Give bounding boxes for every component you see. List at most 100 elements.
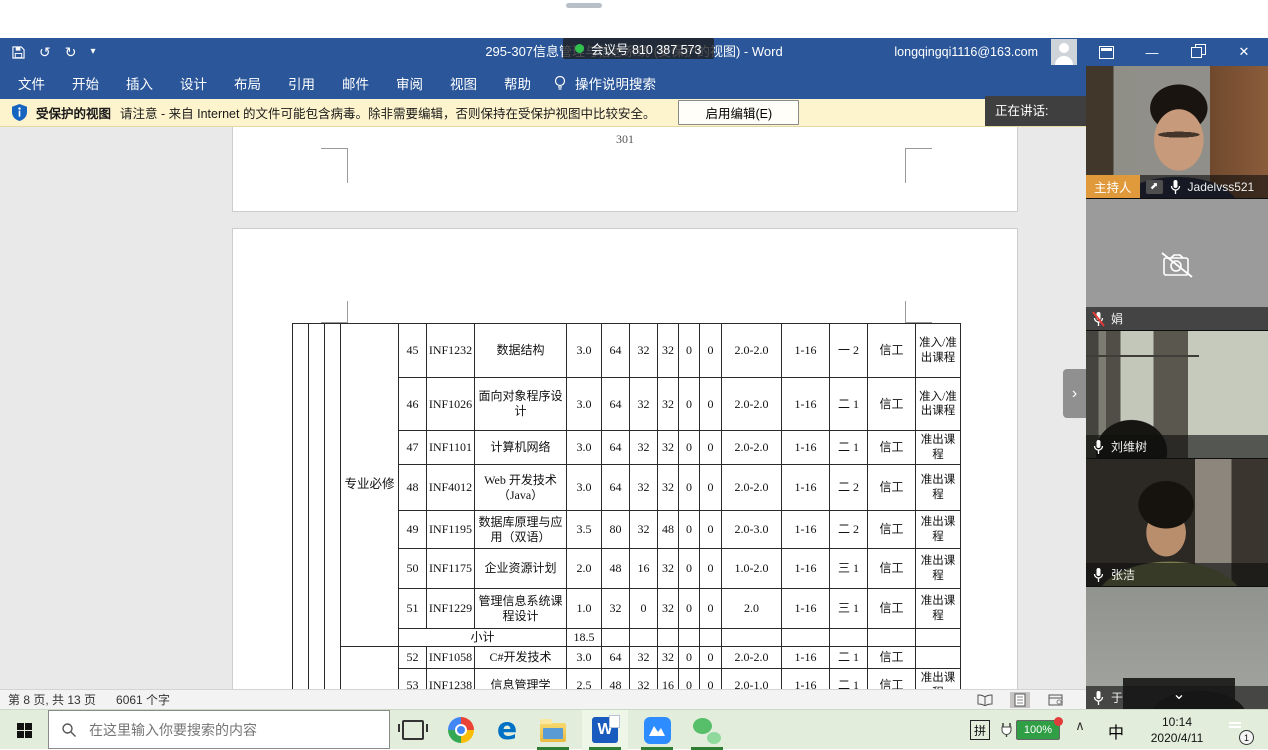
tab-references[interactable]: 引用 [288,73,315,93]
taskbar-meeting-app[interactable] [634,710,680,750]
table-row: 专业必修45INF1232数据结构3.0643232002.0-2.01-16一… [293,324,961,378]
participant-tile[interactable]: 刘维树 [1086,331,1268,459]
page-info[interactable]: 第 8 页, 共 13 页 [8,691,96,708]
meeting-live-dot [575,44,584,53]
table-cell: 准入/准出课程 [916,378,961,431]
table-cell: 1-16 [782,549,830,589]
table-cell [658,629,679,647]
table-cell: 2.0-3.0 [722,511,782,549]
table-cell: 2.0-2.0 [722,431,782,465]
document-page-previous: 301 [232,127,1018,212]
tab-review[interactable]: 审阅 [396,73,423,93]
table-cell: 面向对象程序设计 [475,378,567,431]
curriculum-table-wrap: 专业必修45INF1232数据结构3.0643232002.0-2.01-16一… [292,323,960,689]
table-cell: 50 [399,549,427,589]
table-cell: 1-16 [782,511,830,549]
meeting-number-bar[interactable]: 会议号 810 387 573 [563,38,714,59]
tab-insert[interactable]: 插入 [126,73,153,93]
table-cell: 企业资源计划 [475,549,567,589]
table-cell: 信工 [868,465,916,511]
page-number: 301 [233,132,1017,147]
taskbar-search[interactable] [48,710,390,749]
minimize-button[interactable]: — [1130,38,1174,66]
curriculum-table: 专业必修45INF1232数据结构3.0643232002.0-2.01-16一… [292,323,961,689]
taskbar-edge[interactable]: e [484,710,530,750]
table-cell: 1-16 [782,589,830,629]
start-button[interactable] [0,710,48,750]
table-cell: 准出课程 [916,431,961,465]
tab-home[interactable]: 开始 [72,73,99,93]
taskbar-wechat[interactable] [684,710,730,750]
taskbar-chrome[interactable] [438,710,484,750]
participant-name: 于 [1111,689,1123,706]
table-cell: 3.0 [567,378,602,431]
table-cell: 32 [658,647,679,669]
undo-icon[interactable]: ↺ [39,38,51,66]
table-cell: 0 [679,465,700,511]
taskbar-file-explorer[interactable] [530,710,576,750]
clock[interactable]: 10:14 2020/4/11 [1140,715,1214,746]
redo-icon[interactable]: ↻ [65,38,77,66]
table-cell: INF1238 [427,669,475,690]
table-cell: 2.0-1.0 [722,669,782,690]
search-input[interactable] [87,721,351,739]
table-cell: 16 [630,549,658,589]
table-cell [602,629,630,647]
save-icon[interactable] [12,46,25,59]
windows-logo-icon [17,723,32,738]
table-cell: 18.5 [567,629,602,647]
word-count[interactable]: 6061 个字 [116,691,170,708]
tab-layout[interactable]: 布局 [234,73,261,93]
table-cell: INF4012 [427,465,475,511]
close-button[interactable]: ✕ [1222,38,1266,66]
table-cell: 48 [602,549,630,589]
read-mode-button[interactable] [975,692,995,708]
tab-help[interactable]: 帮助 [504,73,531,93]
restore-button[interactable] [1174,38,1218,66]
tab-design[interactable]: 设计 [180,73,207,93]
print-layout-button[interactable] [1010,692,1030,708]
ime-mode-badge[interactable]: 拼 [970,720,990,740]
table-cell: 53 [399,669,427,690]
table-cell: 3.0 [567,465,602,511]
table-cell: 信工 [868,589,916,629]
task-view-button[interactable] [390,710,436,750]
sidebar-collapse-handle[interactable]: › [1063,369,1086,418]
table-cell: 1-16 [782,431,830,465]
account-avatar[interactable] [1051,39,1077,65]
host-badge: 主持人 [1086,175,1140,198]
participant-tile[interactable]: 娟 [1086,199,1268,331]
web-layout-button[interactable] [1045,692,1065,708]
table-cell: 信工 [868,324,916,378]
tell-me-search[interactable]: 操作说明搜索 [553,73,656,93]
ribbon-display-options-button[interactable] [1084,38,1128,66]
tab-mailings[interactable]: 邮件 [342,73,369,93]
table-cell: 信息管理学 [475,669,567,690]
table-cell: C#开发技术 [475,647,567,669]
meeting-bar-handle[interactable] [566,3,602,8]
table-cell: 32 [630,324,658,378]
taskbar-word[interactable]: W [582,710,628,750]
enable-editing-button[interactable]: 启用编辑(E) [678,100,799,125]
account-email[interactable]: longqingqi1116@163.com [894,38,1038,66]
participant-tile[interactable]: 张洁 [1086,459,1268,587]
table-cell: 46 [399,378,427,431]
participant-tile[interactable]: 主持人 ⬈ Jadelvss521 [1086,66,1268,199]
table-cell: INF1229 [427,589,475,629]
mic-icon [1169,179,1182,195]
customize-qat-icon[interactable]: ▾ [90,38,95,66]
table-cell: 小计 [399,629,567,647]
tab-file[interactable]: 文件 [18,73,45,93]
table-cell: 32 [630,465,658,511]
edge-icon: e [497,717,517,743]
table-cell: 1-16 [782,669,830,690]
battery-indicator[interactable]: 100% [1000,720,1060,740]
participant-name: Jadelvss521 [1188,180,1255,194]
hidden-icons-button[interactable]: ∧ [1070,718,1090,734]
input-language-button[interactable]: 中 [1108,719,1124,743]
notification-center-button[interactable]: 1 [1226,718,1252,742]
tab-view[interactable]: 视图 [450,73,477,93]
table-cell [679,629,700,647]
table-cell: 3.0 [567,647,602,669]
collapse-videos-button[interactable]: ⌄ [1123,678,1235,709]
